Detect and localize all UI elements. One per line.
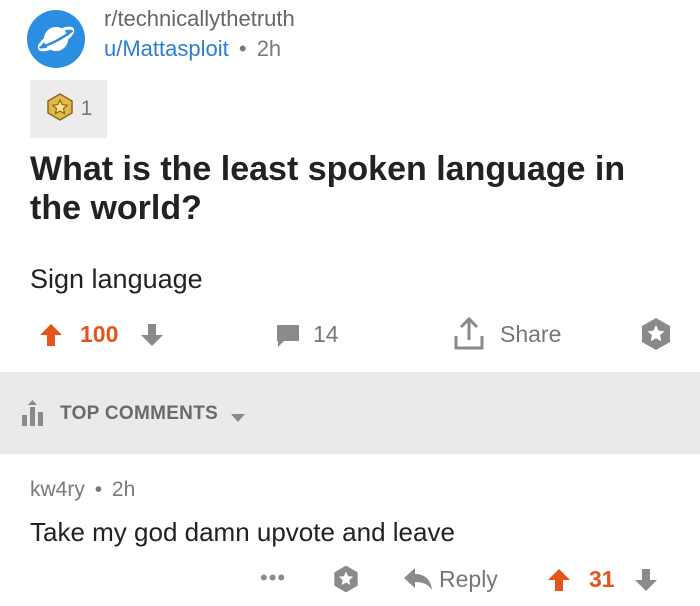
award-badge[interactable]: 1	[30, 80, 107, 138]
save-star-outline-icon[interactable]	[638, 316, 674, 357]
comment-downvote-arrow-down-icon[interactable]	[634, 568, 658, 597]
share-label[interactable]: Share	[500, 321, 561, 348]
speech-bubble-icon[interactable]	[275, 323, 301, 354]
more-options-icon[interactable]: •••	[260, 565, 286, 591]
reply-arrow-icon[interactable]	[403, 567, 433, 596]
post-body: Sign language	[30, 264, 203, 294]
post-action-bar: 100 14 Share	[0, 314, 700, 356]
comment-meta: kw4ry • 2h	[30, 478, 135, 502]
chevron-down-icon[interactable]	[230, 410, 246, 428]
comment-count[interactable]: 14	[313, 321, 339, 348]
subreddit-name[interactable]: r/technicallythetruth	[104, 6, 295, 32]
meta-separator: •	[94, 478, 103, 501]
post-score: 100	[80, 321, 119, 347]
post-age: 2h	[256, 36, 282, 61]
comment-score: 31	[589, 566, 615, 592]
downvote-arrow-down-icon[interactable]	[140, 323, 164, 352]
share-upload-icon[interactable]	[452, 316, 486, 357]
comment-upvote-arrow-up-icon[interactable]	[547, 568, 571, 597]
post-card: r/technicallythetruth u/Mattasploit • 2h…	[0, 0, 700, 372]
subreddit-planet-icon[interactable]	[27, 10, 85, 68]
comment-item: kw4ry • 2h Take my god damn upvote and l…	[0, 454, 700, 606]
post-author[interactable]: u/Mattasploit	[104, 36, 229, 61]
sort-label[interactable]: TOP COMMENTS	[60, 403, 218, 425]
post-meta: u/Mattasploit • 2h	[104, 36, 281, 62]
award-count: 1	[80, 97, 93, 120]
bar-chart-icon	[20, 399, 52, 432]
comment-sort-bar[interactable]: TOP COMMENTS	[0, 372, 700, 454]
upvote-arrow-up-icon[interactable]	[39, 323, 63, 352]
silver-star-award-icon	[45, 92, 75, 127]
post-title[interactable]: What is the least spoken language in the…	[30, 150, 670, 228]
comment-author[interactable]: kw4ry	[30, 478, 85, 501]
reply-button[interactable]: Reply	[439, 566, 498, 593]
comment-age: 2h	[111, 478, 136, 501]
meta-separator: •	[238, 36, 247, 61]
comment-body: Take my god damn upvote and leave	[30, 517, 455, 547]
comment-save-star-outline-icon[interactable]	[331, 564, 361, 599]
